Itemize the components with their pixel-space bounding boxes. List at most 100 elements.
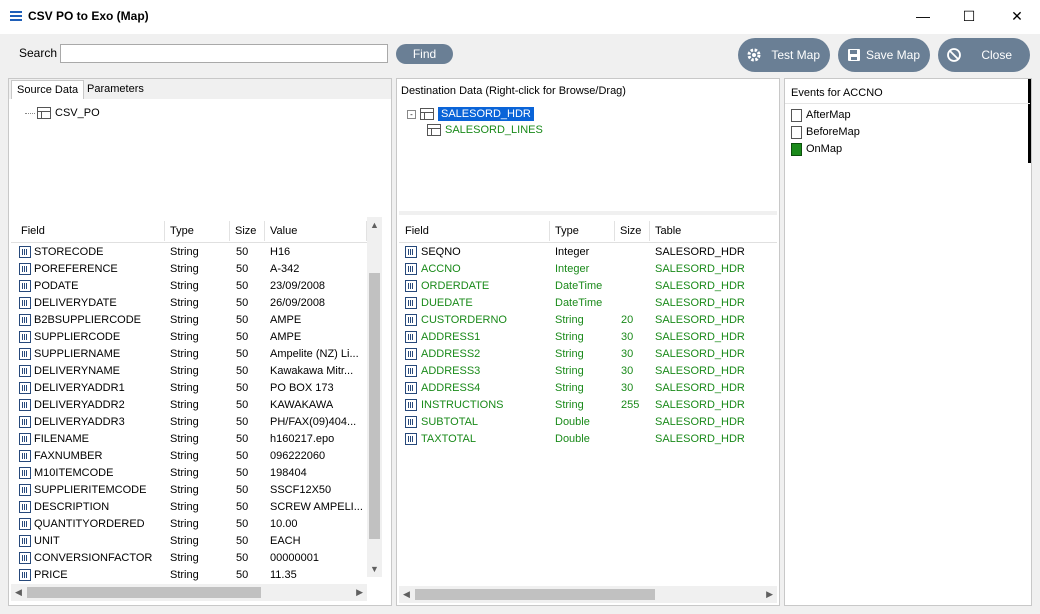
field-icon xyxy=(19,501,31,513)
find-button[interactable]: Find xyxy=(396,44,453,64)
cell-type: DateTime xyxy=(555,297,603,309)
table-row[interactable]: DELIVERYADDR2 String 50 KAWAKAWA xyxy=(19,397,367,414)
cell-value: 198404 xyxy=(270,467,307,479)
cell-field: SUPPLIERNAME xyxy=(34,348,121,360)
cell-field: QUANTITYORDERED xyxy=(34,518,145,530)
event-item[interactable]: BeforeMap xyxy=(791,124,860,140)
table-row[interactable]: POREFERENCE String 50 A-342 xyxy=(19,261,367,278)
tab-source-data[interactable]: Source Data xyxy=(11,80,85,99)
table-row[interactable]: DESCRIPTION String 50 SCREW AMPELI... xyxy=(19,499,367,516)
search-input[interactable] xyxy=(60,44,388,63)
table-row[interactable]: SUPPLIERCODE String 50 AMPE xyxy=(19,329,367,346)
table-row[interactable]: PRICE String 50 11.35 xyxy=(19,567,367,584)
cell-size: 30 xyxy=(621,365,634,377)
table-row[interactable]: SEQNO Integer SALESORD_HDR xyxy=(405,244,775,261)
source-horizontal-scrollbar[interactable]: ◀ ▶ xyxy=(11,584,367,601)
table-row[interactable]: QUANTITYORDERED String 50 10.00 xyxy=(19,516,367,533)
col-type[interactable]: Type xyxy=(555,225,579,237)
tab-parameters[interactable]: Parameters xyxy=(82,80,149,99)
close-button[interactable]: Close xyxy=(938,38,1030,72)
table-row[interactable]: FILENAME String 50 h160217.epo xyxy=(19,431,367,448)
table-row[interactable]: B2BSUPPLIERCODE String 50 AMPE xyxy=(19,312,367,329)
event-item[interactable]: OnMap xyxy=(791,141,842,157)
table-row[interactable]: ACCNO Integer SALESORD_HDR xyxy=(405,261,775,278)
source-tree-item[interactable]: CSV_PO xyxy=(25,105,100,121)
table-icon xyxy=(420,108,434,120)
collapse-icon[interactable]: - xyxy=(407,109,416,119)
table-row[interactable]: UNIT String 50 EACH xyxy=(19,533,367,550)
table-row[interactable]: CONVERSIONFACTOR String 50 00000001 xyxy=(19,550,367,567)
col-field[interactable]: Field xyxy=(21,225,45,237)
cell-field: DELIVERYNAME xyxy=(34,365,120,377)
table-row[interactable]: DELIVERYNAME String 50 Kawakawa Mitr... xyxy=(19,363,367,380)
cell-type: String xyxy=(555,331,584,343)
scroll-thumb[interactable] xyxy=(415,589,655,600)
test-map-button[interactable]: Test Map xyxy=(738,38,830,72)
table-row[interactable]: INSTRUCTIONS String 255 SALESORD_HDR xyxy=(405,397,775,414)
cell-field: INSTRUCTIONS xyxy=(421,399,504,411)
col-size[interactable]: Size xyxy=(620,225,641,237)
cell-field: TAXTOTAL xyxy=(421,433,477,445)
cell-type: String xyxy=(170,365,199,377)
source-vertical-scrollbar[interactable]: ▲ ▼ xyxy=(367,217,382,577)
table-row[interactable]: STORECODE String 50 H16 xyxy=(19,244,367,261)
scroll-thumb[interactable] xyxy=(369,273,380,539)
destination-horizontal-scrollbar[interactable]: ◀ ▶ xyxy=(399,586,777,603)
cell-value: PH/FAX(09)404... xyxy=(270,416,357,428)
cell-field: SUPPLIERCODE xyxy=(34,331,121,343)
field-icon xyxy=(19,246,31,258)
cell-table: SALESORD_HDR xyxy=(655,382,745,394)
cell-field: DUEDATE xyxy=(421,297,473,309)
scroll-thumb[interactable] xyxy=(27,587,261,598)
table-row[interactable]: DUEDATE DateTime SALESORD_HDR xyxy=(405,295,775,312)
table-row[interactable]: M10ITEMCODE String 50 198404 xyxy=(19,465,367,482)
col-type[interactable]: Type xyxy=(170,225,194,237)
minimize-button[interactable]: — xyxy=(900,0,946,32)
col-value[interactable]: Value xyxy=(270,225,297,237)
table-row[interactable]: FAXNUMBER String 50 096222060 xyxy=(19,448,367,465)
table-row[interactable]: ADDRESS1 String 30 SALESORD_HDR xyxy=(405,329,775,346)
cell-type: String xyxy=(555,314,584,326)
field-icon xyxy=(19,569,31,581)
field-icon xyxy=(405,314,417,326)
cell-field: M10ITEMCODE xyxy=(34,467,114,479)
maximize-button[interactable]: ☐ xyxy=(946,0,992,32)
table-row[interactable]: DELIVERYDATE String 50 26/09/2008 xyxy=(19,295,367,312)
table-row[interactable]: ORDERDATE DateTime SALESORD_HDR xyxy=(405,278,775,295)
cell-field: CONVERSIONFACTOR xyxy=(34,552,153,564)
col-field[interactable]: Field xyxy=(405,225,429,237)
table-row[interactable]: DELIVERYADDR3 String 50 PH/FAX(09)404... xyxy=(19,414,367,431)
cell-field: UNIT xyxy=(34,535,60,547)
table-row[interactable]: ADDRESS2 String 30 SALESORD_HDR xyxy=(405,346,775,363)
table-row[interactable]: SUPPLIERITEMCODE String 50 SSCF12X50 xyxy=(19,482,367,499)
splitter[interactable] xyxy=(399,211,777,215)
cell-type: DateTime xyxy=(555,280,603,292)
cell-size: 30 xyxy=(621,348,634,360)
cell-type: String xyxy=(170,569,199,581)
save-map-button[interactable]: Save Map xyxy=(838,38,930,72)
table-row[interactable]: SUPPLIERNAME String 50 Ampelite (NZ) Li... xyxy=(19,346,367,363)
window-close-button[interactable]: ✕ xyxy=(994,0,1040,32)
events-panel: Events for ACCNO AfterMap BeforeMap OnMap xyxy=(784,78,1032,606)
table-row[interactable]: TAXTOTAL Double SALESORD_HDR xyxy=(405,431,775,448)
table-row[interactable]: ADDRESS4 String 30 SALESORD_HDR xyxy=(405,380,775,397)
destination-tree-root[interactable]: - SALESORD_HDR xyxy=(407,106,534,122)
events-header: Events for ACCNO xyxy=(791,87,883,99)
col-table[interactable]: Table xyxy=(655,225,681,237)
table-row[interactable]: ADDRESS3 String 30 SALESORD_HDR xyxy=(405,363,775,380)
table-row[interactable]: CUSTORDERNO String 20 SALESORD_HDR xyxy=(405,312,775,329)
event-item[interactable]: AfterMap xyxy=(791,107,851,123)
field-icon xyxy=(19,297,31,309)
app-menu-icon[interactable] xyxy=(10,11,22,21)
table-row[interactable]: DELIVERYADDR1 String 50 PO BOX 173 xyxy=(19,380,367,397)
destination-grid-header: Field Type Size Table xyxy=(399,217,777,243)
destination-tree-child[interactable]: SALESORD_LINES xyxy=(427,122,543,138)
table-row[interactable]: SUBTOTAL Double SALESORD_HDR xyxy=(405,414,775,431)
field-icon xyxy=(405,246,417,258)
document-icon xyxy=(791,142,802,156)
cell-value: 23/09/2008 xyxy=(270,280,326,292)
table-row[interactable]: PODATE String 50 23/09/2008 xyxy=(19,278,367,295)
col-size[interactable]: Size xyxy=(235,225,256,237)
field-icon xyxy=(19,518,31,530)
cell-type: String xyxy=(170,450,199,462)
